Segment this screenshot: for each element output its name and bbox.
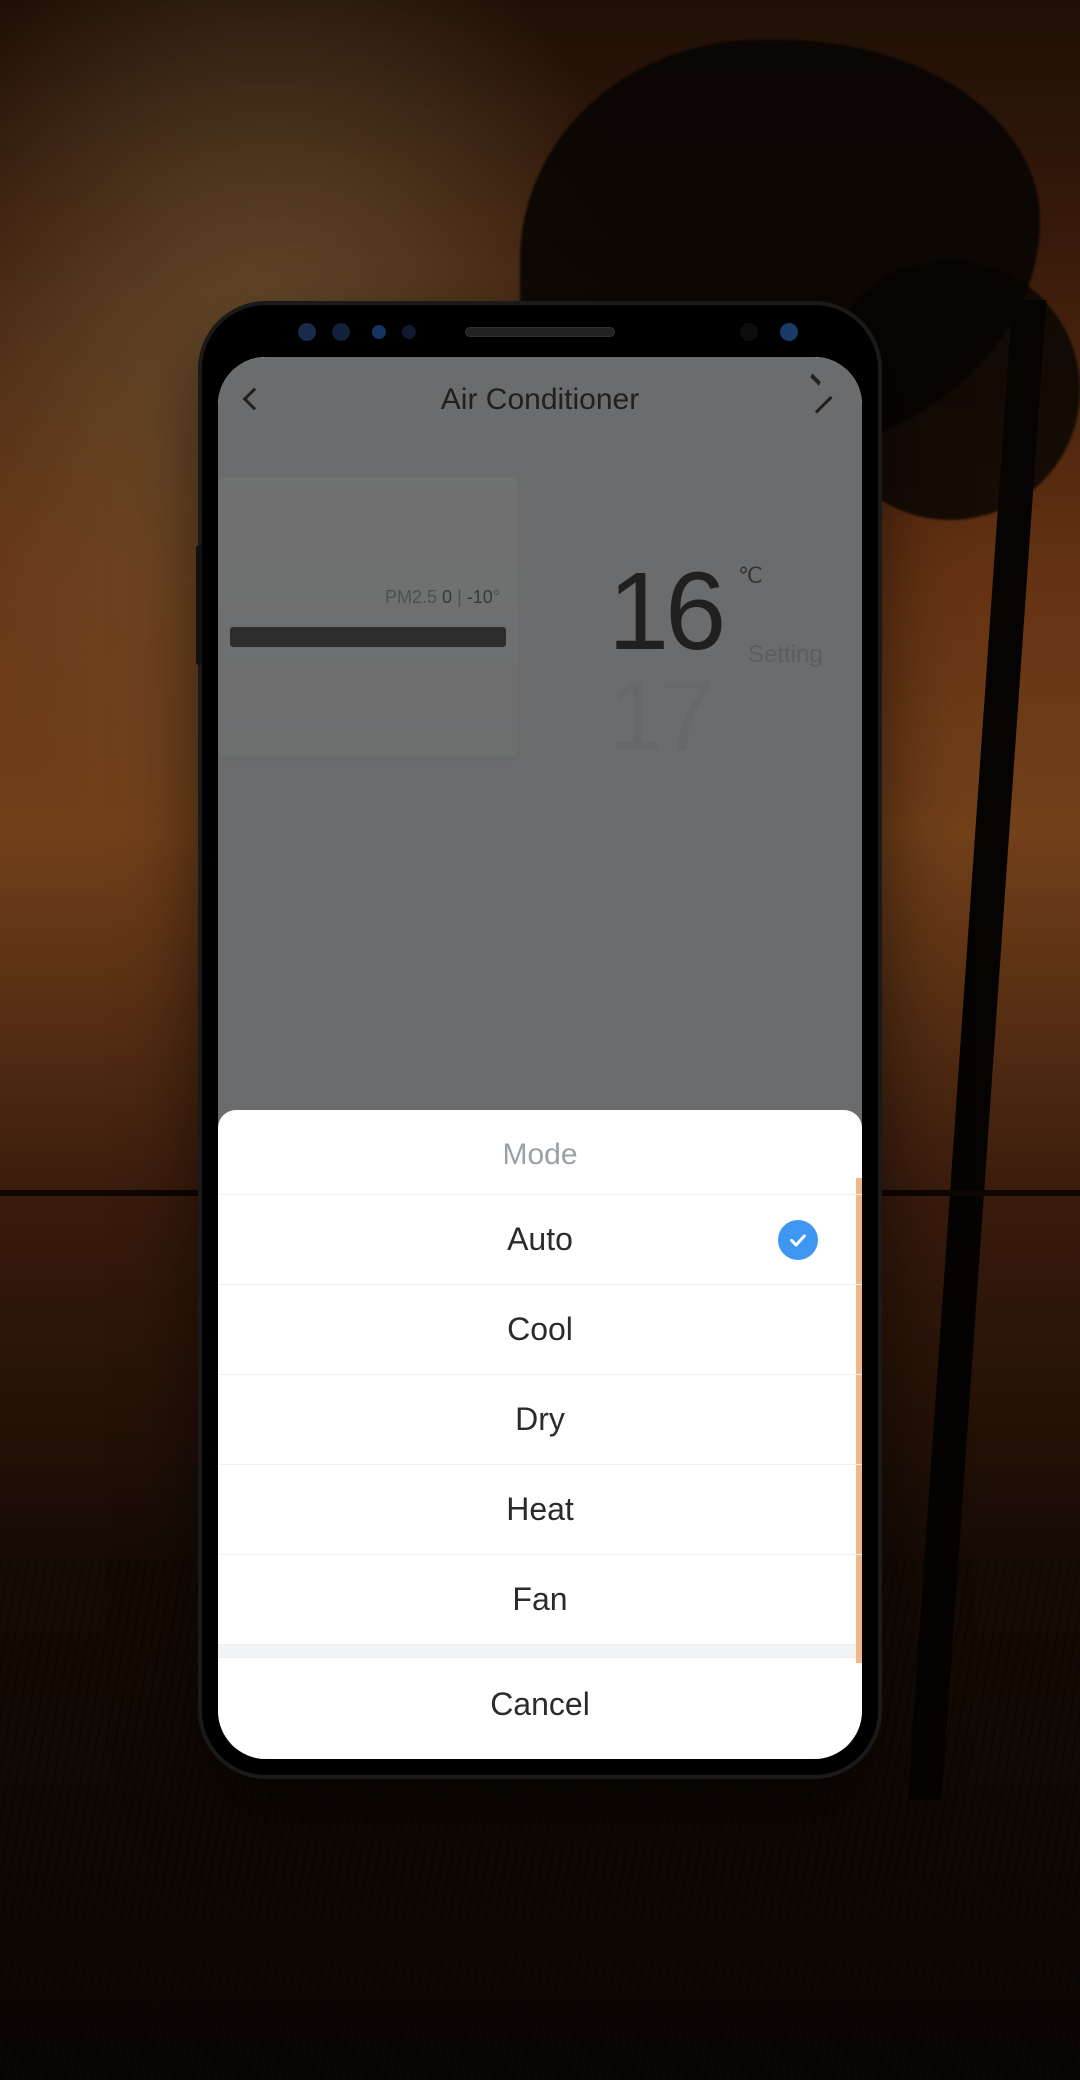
- phone-sensor: [780, 323, 798, 341]
- mode-option-label: Heat: [506, 1491, 574, 1527]
- cancel-button[interactable]: Cancel: [218, 1658, 862, 1753]
- mode-option-label: Dry: [515, 1401, 565, 1437]
- mode-option-label: Auto: [507, 1221, 573, 1257]
- check-icon: [778, 1220, 818, 1260]
- mode-option-label: Fan: [512, 1581, 567, 1617]
- phone-sensor: [298, 323, 316, 341]
- phone-sensor: [372, 325, 386, 339]
- phone-sensor: [740, 323, 758, 341]
- sheet-separator: [218, 1644, 862, 1658]
- mode-option-fan[interactable]: Fan: [218, 1554, 862, 1644]
- mode-option-label: Cool: [507, 1311, 573, 1347]
- mode-option-dry[interactable]: Dry: [218, 1374, 862, 1464]
- phone-frame: Air Conditioner PM2.5 0 | -10° 16 ℃ Sett…: [202, 305, 878, 1775]
- mode-option-heat[interactable]: Heat: [218, 1464, 862, 1554]
- mode-option-auto[interactable]: Auto: [218, 1194, 862, 1284]
- phone-earpiece: [465, 327, 615, 337]
- phone-screen: Air Conditioner PM2.5 0 | -10° 16 ℃ Sett…: [218, 357, 862, 1759]
- phone-sensor: [332, 323, 350, 341]
- sheet-title: Mode: [218, 1110, 862, 1194]
- mode-option-cool[interactable]: Cool: [218, 1284, 862, 1374]
- mode-sheet: Mode Auto Cool Dry Heat Fan Cancel: [218, 1110, 862, 1759]
- phone-sensor: [402, 325, 416, 339]
